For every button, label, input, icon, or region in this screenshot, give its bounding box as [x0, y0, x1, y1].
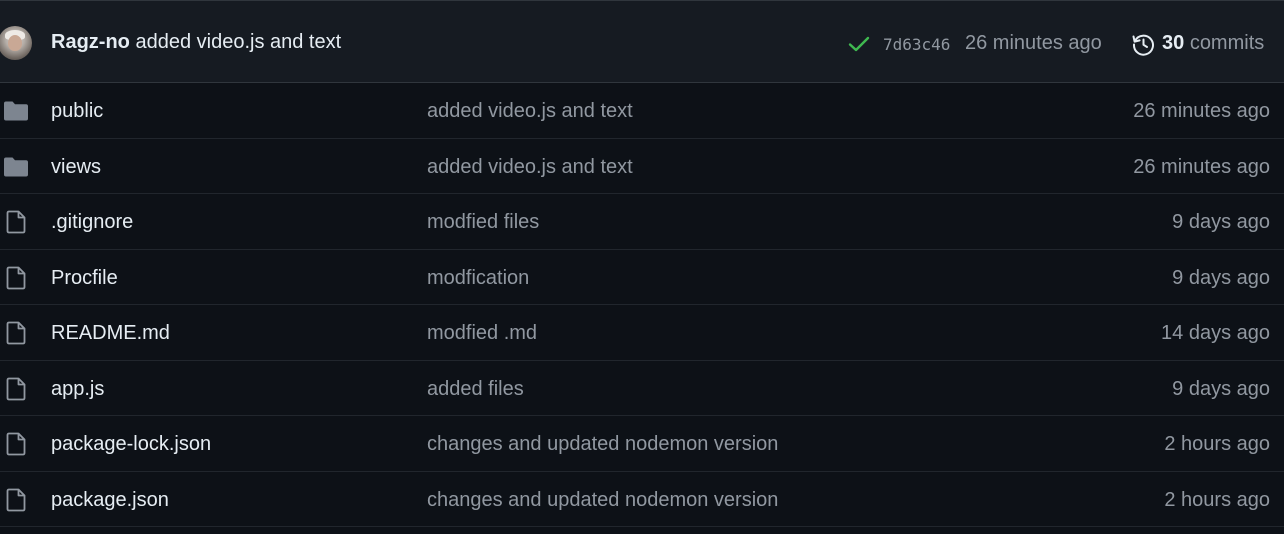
file-commit-age: 9 days ago — [1172, 211, 1270, 233]
file-icon — [3, 377, 29, 401]
file-icon — [3, 210, 29, 234]
file-list: public added video.js and text 26 minutes … — [0, 83, 1284, 527]
file-icon — [3, 321, 29, 345]
file-commit-age: 26 minutes ago — [1133, 155, 1270, 178]
file-icon — [3, 266, 29, 290]
latest-commit-bar: Ragz-no added video.js and text 7d63c46 … — [0, 0, 1284, 83]
file-commit-age: 2 hours ago — [1164, 433, 1270, 455]
file-commit-message-link[interactable]: changes and updated nodemon version — [427, 489, 778, 512]
file-commit-age: 9 days ago — [1172, 266, 1270, 289]
file-row[interactable]: public added video.js and text 26 minutes … — [0, 83, 1284, 139]
file-commit-age: 2 hours ago — [1164, 488, 1270, 511]
file-commit-message-link[interactable]: modfied files — [427, 211, 539, 234]
folder-icon — [3, 99, 29, 123]
folder-icon — [3, 155, 29, 179]
file-name-link[interactable]: package.json — [51, 489, 169, 512]
file-row[interactable]: .gitignore modfied files 9 days ago — [0, 194, 1284, 250]
latest-commit-message: Ragz-no added video.js and text — [51, 31, 341, 54]
file-row[interactable]: app.js added files 9 days ago — [0, 361, 1284, 416]
file-row[interactable]: README.md modfied .md 14 days ago — [0, 305, 1284, 361]
commits-count: 30 — [1162, 32, 1185, 54]
file-commit-message-link[interactable]: added video.js and text — [427, 156, 633, 179]
file-icon — [3, 432, 29, 456]
commits-history-link[interactable]: 30 commits — [1162, 32, 1264, 55]
file-commit-message-link[interactable]: changes and updated nodemon version — [427, 433, 778, 456]
file-row[interactable]: package.json changes and updated nodemon … — [0, 472, 1284, 527]
file-commit-message-link[interactable]: added files — [427, 378, 524, 401]
commit-time: 26 minutes ago — [965, 32, 1102, 54]
file-commit-age: 14 days ago — [1161, 322, 1270, 344]
file-row[interactable]: package-lock.json changes and updated nod… — [0, 416, 1284, 472]
folder-name-link[interactable]: views — [51, 156, 101, 179]
file-name-link[interactable]: Procfile — [51, 267, 118, 290]
commit-author-link[interactable]: Ragz-no — [51, 31, 130, 53]
repo-file-browser: Ragz-no added video.js and text 7d63c46 … — [0, 0, 1284, 534]
file-commit-age: 26 minutes ago — [1133, 100, 1270, 122]
check-icon[interactable] — [848, 35, 870, 53]
file-row[interactable]: views added video.js and text 26 minutes a… — [0, 139, 1284, 194]
file-commit-message-link[interactable]: modfication — [427, 267, 529, 290]
file-commit-age: 9 days ago — [1172, 377, 1270, 400]
file-row[interactable]: Procfile modfication 9 days ago — [0, 250, 1284, 305]
file-commit-message-link[interactable]: modfied .md — [427, 322, 537, 345]
file-name-link[interactable]: README.md — [51, 322, 170, 345]
file-name-link[interactable]: .gitignore — [51, 211, 133, 234]
file-icon — [3, 488, 29, 512]
folder-name-link[interactable]: public — [51, 100, 103, 123]
avatar[interactable] — [0, 26, 32, 60]
file-name-link[interactable]: app.js — [51, 378, 104, 401]
commit-message-link[interactable]: added video.js and text — [135, 31, 341, 53]
file-commit-message-link[interactable]: added video.js and text — [427, 100, 633, 123]
commits-label: commits — [1189, 32, 1265, 54]
file-name-link[interactable]: package-lock.json — [51, 433, 211, 456]
history-icon[interactable] — [1131, 32, 1156, 57]
commit-sha-link[interactable]: 7d63c46 — [883, 35, 950, 54]
